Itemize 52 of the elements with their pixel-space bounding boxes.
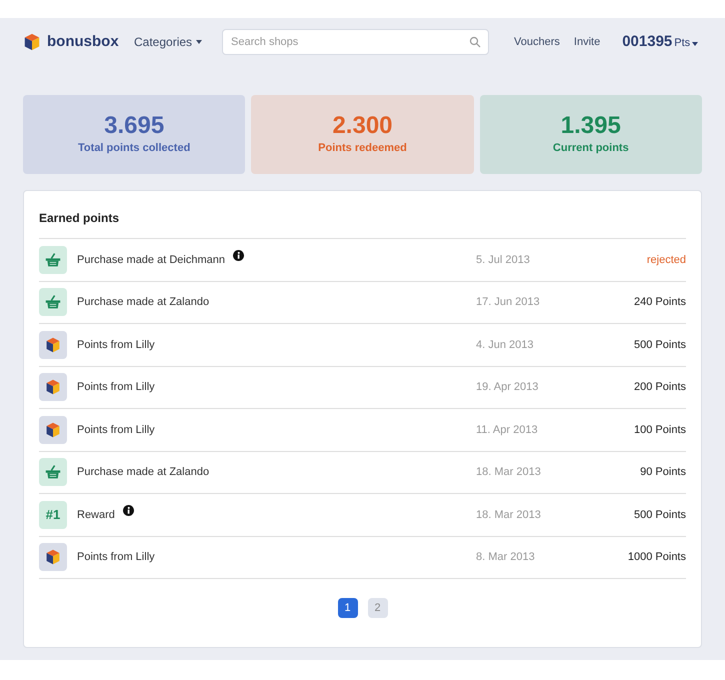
basket-icon bbox=[45, 464, 61, 480]
row-amount: 90 Points bbox=[639, 465, 686, 480]
points-menu[interactable]: 001395 Pts bbox=[622, 30, 698, 54]
row-title: Points from Lilly bbox=[77, 422, 155, 438]
row-amount: 240 Points bbox=[633, 295, 686, 310]
nav-link[interactable]: Categories bbox=[134, 33, 202, 51]
row-title: Purchase made at Deichmann bbox=[77, 252, 225, 268]
row-title: Points from Lilly bbox=[77, 550, 155, 565]
row-date: 17. Jun 2013 bbox=[476, 295, 541, 310]
row-amount: 100 Points bbox=[633, 422, 686, 438]
row-date: 18. Mar 2013 bbox=[476, 465, 542, 480]
search-field[interactable]: Search shops bbox=[222, 29, 490, 55]
page-button[interactable]: 1 bbox=[338, 598, 358, 618]
search-icon[interactable] bbox=[469, 36, 482, 48]
cube-icon bbox=[45, 379, 61, 396]
row-amount: 200 Points bbox=[633, 380, 686, 395]
row-date: 19. Apr 2013 bbox=[476, 380, 540, 395]
row-date: 4. Jun 2013 bbox=[476, 338, 534, 352]
info-icon[interactable] bbox=[122, 505, 134, 516]
cube-icon bbox=[45, 336, 61, 353]
stat-label: Total points collected bbox=[78, 141, 190, 156]
row-amount: rejected bbox=[646, 252, 686, 268]
row-title: Points from Lilly bbox=[77, 380, 155, 395]
card-title: Earned points bbox=[39, 210, 120, 227]
stat-label: Current points bbox=[552, 141, 629, 156]
nav-link[interactable]: Invite bbox=[574, 34, 600, 50]
nav-link[interactable]: Vouchers bbox=[514, 34, 560, 50]
stat-value: 3.695 bbox=[104, 112, 164, 140]
basket-icon bbox=[45, 294, 61, 310]
info-icon[interactable] bbox=[232, 250, 244, 262]
caret-icon bbox=[196, 40, 202, 44]
row-date: 8. Mar 2013 bbox=[476, 550, 536, 565]
rank-badge: #1 bbox=[39, 500, 67, 529]
logo-icon bbox=[23, 33, 41, 51]
row-date: 18. Mar 2013 bbox=[476, 508, 542, 522]
stat-label: Points redeemed bbox=[318, 141, 407, 156]
row-date: 5. Jul 2013 bbox=[476, 252, 531, 268]
caret-icon bbox=[692, 42, 698, 46]
logo-text: bonusbox bbox=[47, 32, 119, 52]
row-title: Reward bbox=[77, 508, 115, 522]
row-amount: 1000 Points bbox=[626, 550, 686, 565]
stat-value: 2.300 bbox=[332, 112, 393, 140]
basket-icon bbox=[45, 252, 61, 268]
row-date: 11. Apr 2013 bbox=[476, 422, 539, 438]
row-title: Points from Lilly bbox=[77, 338, 155, 352]
cube-icon bbox=[45, 549, 61, 566]
row-title: Purchase made at Zalando bbox=[77, 465, 210, 480]
row-amount: 500 Points bbox=[633, 508, 686, 522]
row-title: Purchase made at Zalando bbox=[77, 295, 210, 310]
row-amount: 500 Points bbox=[633, 338, 686, 352]
cube-icon bbox=[45, 422, 61, 438]
stat-value: 1.395 bbox=[560, 112, 621, 140]
